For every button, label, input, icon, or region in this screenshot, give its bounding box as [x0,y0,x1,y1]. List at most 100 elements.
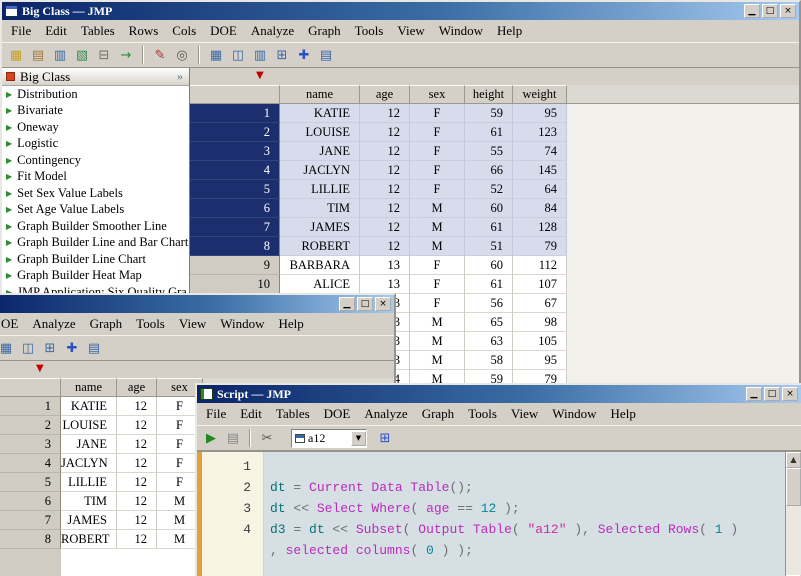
cell-sex[interactable]: F [410,180,465,199]
cell-height[interactable]: 60 [465,199,513,218]
minimize-button[interactable]: ▁ [339,297,355,311]
menu-tools[interactable]: Tools [129,314,172,334]
columns-menu-icon[interactable]: ▼ [256,70,264,81]
row-number-cell[interactable]: 2 [0,416,61,435]
cell-name[interactable]: ROBERT [280,237,360,256]
sidebar-item-contingency[interactable]: ▶Contingency [2,152,189,169]
menu-graph[interactable]: Graph [83,314,130,334]
brush-icon[interactable]: ✎ [150,45,170,65]
cell-weight[interactable]: 98 [513,313,567,332]
corner-cell[interactable] [0,378,61,397]
cell-sex[interactable]: F [410,104,465,123]
sidebar-item-graph-builder-heat-map[interactable]: ▶Graph Builder Heat Map [2,268,189,285]
script-titlebar[interactable]: Script — JMP ▁□× [197,385,801,403]
cell-height[interactable]: 61 [465,275,513,294]
cell-sex[interactable]: F [410,161,465,180]
log-window-icon[interactable]: ▤ [223,428,243,448]
menu-tables[interactable]: Tables [269,404,317,424]
menu-help[interactable]: Help [272,314,311,334]
column-header-age[interactable]: age [360,85,410,104]
cell-age[interactable]: 12 [360,180,410,199]
cell-height[interactable]: 55 [465,142,513,161]
row-number-cell[interactable]: 4 [0,454,61,473]
subset-titlebar[interactable]: ▁□× [0,295,394,313]
main-titlebar[interactable]: Big Class — JMP ▁□× [2,2,799,20]
menu-analyze[interactable]: Analyze [244,21,301,41]
close-button[interactable]: × [782,387,798,401]
cell-weight[interactable]: 67 [513,294,567,313]
menu-tables[interactable]: Tables [74,21,122,41]
menu-tools[interactable]: Tools [461,404,504,424]
cell-sex[interactable]: F [410,294,465,313]
scroll-up-icon[interactable]: ▲ [786,452,801,468]
cell-age[interactable]: 12 [360,123,410,142]
subset-icon[interactable]: ◫ [18,338,38,358]
cell-height[interactable]: 58 [465,351,513,370]
column-header-age[interactable]: age [117,378,157,397]
cell-height[interactable]: 59 [465,104,513,123]
sidebar-header[interactable]: Big Class » [2,68,189,86]
menu-window[interactable]: Window [213,314,271,334]
menu-edit[interactable]: Edit [38,21,74,41]
menu-analyze[interactable]: Analyze [357,404,414,424]
menu-file[interactable]: File [199,404,233,424]
maximize-button[interactable]: □ [357,297,373,311]
menu-tools[interactable]: Tools [348,21,391,41]
sidebar-item-distribution[interactable]: ▶Distribution [2,86,189,103]
cell-weight[interactable]: 74 [513,142,567,161]
cell-height[interactable]: 52 [465,180,513,199]
column-header-sex[interactable]: sex [410,85,465,104]
row-number-cell[interactable]: 1 [0,397,61,416]
row-number-cell[interactable]: 8 [0,530,61,549]
cell-name[interactable]: ALICE [280,275,360,294]
cell-height[interactable]: 56 [465,294,513,313]
menu-graph[interactable]: Graph [301,21,348,41]
row-number-cell[interactable]: 3 [190,142,280,161]
cell-sex[interactable]: M [410,313,465,332]
menu-doe[interactable]: DOE [317,404,358,424]
menu-doe[interactable]: DOE [203,21,244,41]
sidebar-item-oneway[interactable]: ▶Oneway [2,119,189,136]
cell-weight[interactable]: 95 [513,104,567,123]
graph-builder-icon[interactable]: ▧ [72,45,92,65]
sidebar-item-graph-builder-smoother-line[interactable]: ▶Graph Builder Smoother Line [2,218,189,235]
cell-name[interactable]: KATIE [61,397,117,416]
maximize-button[interactable]: □ [764,387,780,401]
cell-name[interactable]: BARBARA [280,256,360,275]
join-icon[interactable]: ⊞ [272,45,292,65]
menu-window[interactable]: Window [432,21,490,41]
open-table-icon[interactable]: ⊞ [375,428,395,448]
menu-view[interactable]: View [390,21,431,41]
run-script-icon[interactable]: ▶ [201,428,221,448]
cell-sex[interactable]: F [410,256,465,275]
sidebar-item-graph-builder-line-and-bar-chart[interactable]: ▶Graph Builder Line and Bar Chart [2,235,189,252]
cell-height[interactable]: 65 [465,313,513,332]
cell-name[interactable]: JAMES [280,218,360,237]
column-header-height[interactable]: height [465,85,513,104]
cell-height[interactable]: 61 [465,218,513,237]
menu-help[interactable]: Help [604,404,643,424]
cell-sex[interactable]: M [410,218,465,237]
join-icon[interactable]: ⊞ [40,338,60,358]
menu-cols[interactable]: Cols [165,21,203,41]
cell-weight[interactable]: 79 [513,237,567,256]
menu-rows[interactable]: Rows [122,21,166,41]
cell-name[interactable]: LILLIE [280,180,360,199]
stack-icon[interactable]: ▤ [316,45,336,65]
summary-icon[interactable]: ▦ [206,45,226,65]
cell-weight[interactable]: 64 [513,180,567,199]
column-header-name[interactable]: name [280,85,360,104]
cell-name[interactable]: LOUISE [280,123,360,142]
cell-name[interactable]: LILLIE [61,473,117,492]
cell-name[interactable]: TIM [280,199,360,218]
new-data-table-icon[interactable]: ▦ [6,45,26,65]
vertical-scrollbar[interactable]: ▲ ▼ [785,452,801,576]
minimize-button[interactable]: ▁ [744,4,760,18]
add-rows-icon[interactable]: ✚ [62,338,82,358]
cell-age[interactable]: 12 [360,142,410,161]
row-number-cell[interactable]: 6 [0,492,61,511]
column-header-name[interactable]: name [61,378,117,397]
cell-height[interactable]: 63 [465,332,513,351]
menu-oe[interactable]: OE [0,314,25,334]
sidebar-item-set-sex-value-labels[interactable]: ▶Set Sex Value Labels [2,185,189,202]
